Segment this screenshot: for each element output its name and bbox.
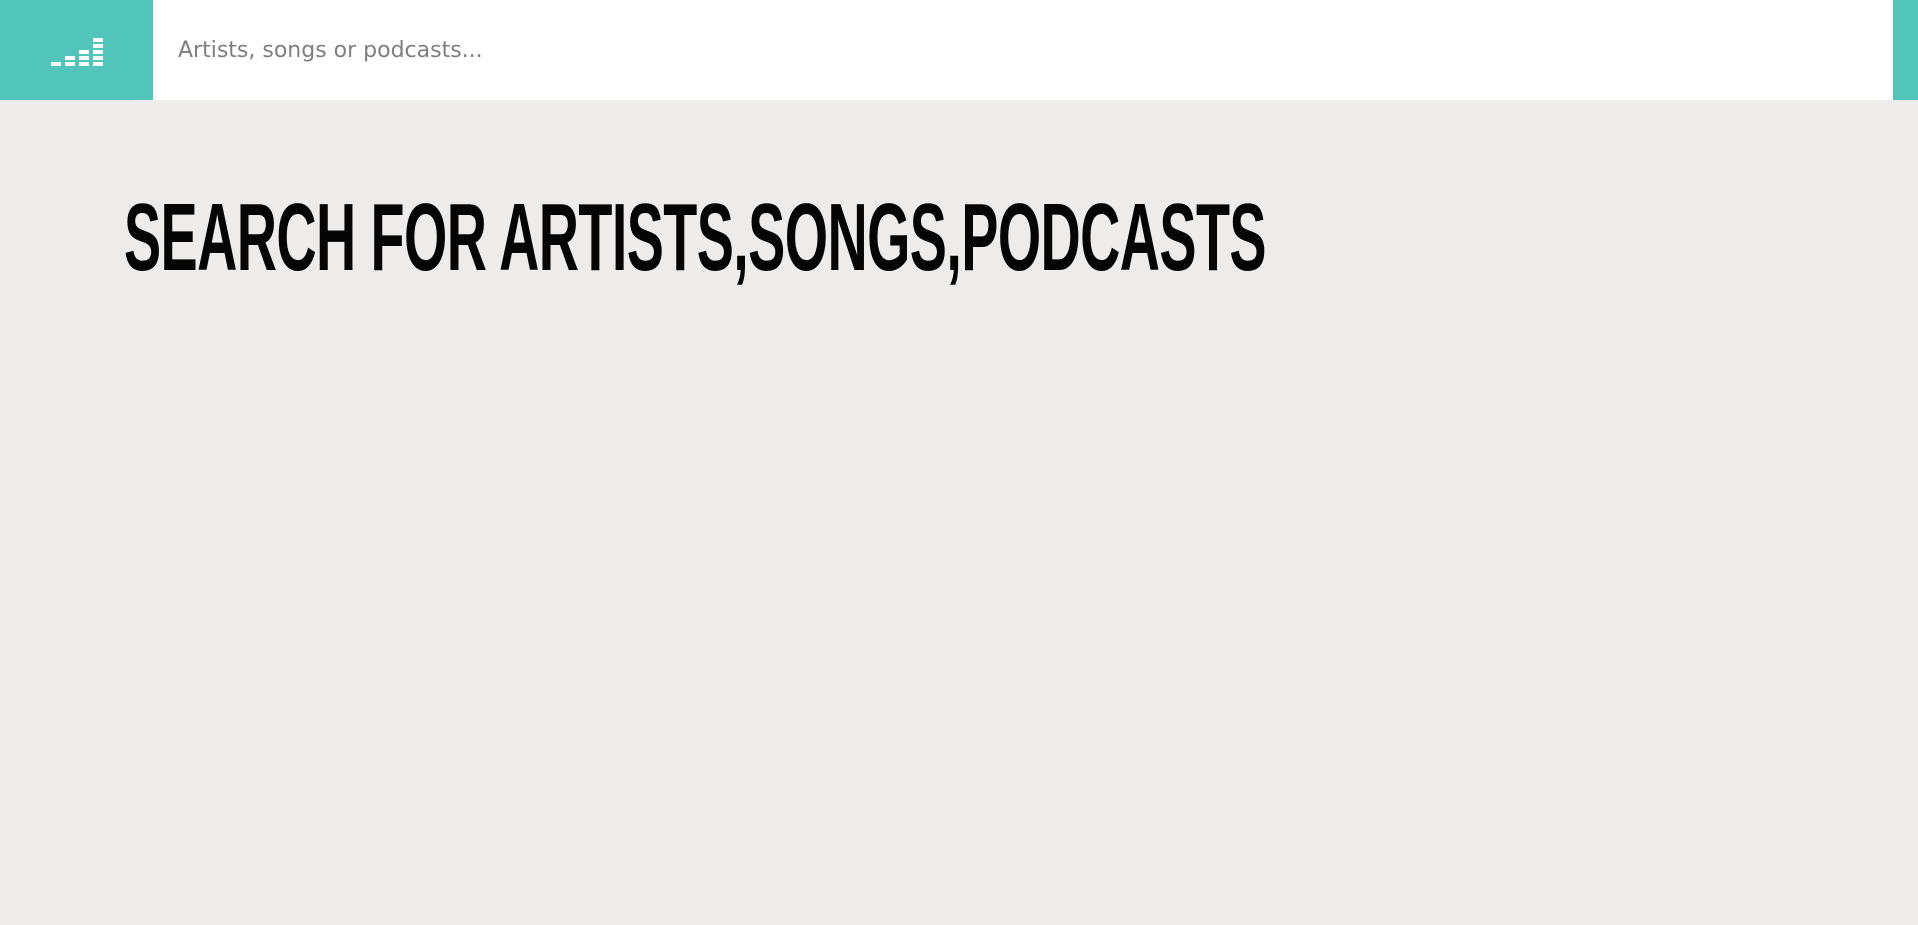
search-input[interactable] <box>153 0 1893 100</box>
equalizer-logo-icon <box>50 38 103 66</box>
logo[interactable] <box>0 0 153 100</box>
page-title: SEARCH FOR ARTISTS,SONGS,PODCASTS <box>124 184 1267 291</box>
top-bar <box>0 0 1918 100</box>
